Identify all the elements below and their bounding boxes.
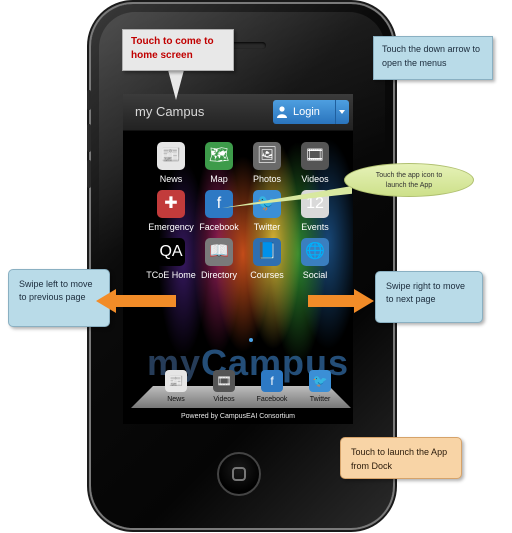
user-icon bbox=[277, 106, 287, 118]
facebook-cup-icon: f bbox=[261, 370, 283, 392]
app-tile[interactable]: 🗺 Map bbox=[193, 142, 245, 192]
film-reel-icon: 🎞 bbox=[213, 370, 235, 392]
phone-screen: my Campus Login 📰 News 🗺 Map 🖼 Photos 🎞 Videos ✚… bbox=[123, 94, 353, 424]
twitter-bird-icon: 🐦 bbox=[309, 370, 331, 392]
volume-down-button bbox=[87, 160, 91, 188]
mute-switch bbox=[87, 90, 91, 110]
chevron-down-icon bbox=[339, 110, 345, 114]
map-icon: 🗺 bbox=[205, 142, 233, 170]
app-tile[interactable]: ✚ Emergency bbox=[145, 190, 197, 240]
home-screen-callout: Touch to come to home screen bbox=[122, 29, 234, 71]
newspaper-icon: 📰 bbox=[157, 142, 185, 170]
swipe-right-arrow-icon bbox=[308, 289, 374, 313]
app-tile[interactable]: 🎞 Videos bbox=[289, 142, 341, 192]
directory-book-icon: 📖 bbox=[205, 238, 233, 266]
app-tile[interactable]: 📖 Directory bbox=[193, 238, 245, 288]
dock-app-tile[interactable]: 🐦 Twitter bbox=[299, 370, 339, 406]
home-button[interactable] bbox=[217, 452, 261, 496]
dock-app-tile[interactable]: 📰 News bbox=[155, 370, 195, 406]
powered-by-footer: Powered by CampusEAI Consortium bbox=[123, 410, 353, 424]
app-tile[interactable]: 🌐 Social bbox=[289, 238, 341, 288]
qa-icon: QA bbox=[157, 238, 185, 266]
dock-app-label: Twitter bbox=[309, 396, 331, 403]
swipe-left-callout: Swipe left to move to previous page bbox=[8, 269, 110, 327]
app-tile[interactable]: 🖼 Photos bbox=[241, 142, 293, 192]
app-brand-title[interactable]: my Campus bbox=[135, 104, 204, 119]
top-navigation-bar: my Campus Login bbox=[123, 94, 353, 131]
first-aid-kit-icon: ✚ bbox=[157, 190, 185, 218]
dock-app-label: Videos bbox=[213, 396, 235, 403]
courses-book-icon: 📘 bbox=[253, 238, 281, 266]
dock-callout: Touch to launch the App from Dock bbox=[340, 437, 462, 479]
social-globe-icon: 🌐 bbox=[301, 238, 329, 266]
swipe-left-arrow-icon bbox=[96, 289, 176, 313]
dock-app-tile[interactable]: 🎞 Videos bbox=[203, 370, 243, 406]
dock-app-label: Facebook bbox=[256, 396, 288, 403]
login-button[interactable]: Login bbox=[273, 100, 335, 124]
newspaper-icon: 📰 bbox=[165, 370, 187, 392]
photos-icon: 🖼 bbox=[253, 142, 281, 170]
app-label: Events bbox=[301, 222, 329, 232]
home-square-icon bbox=[232, 467, 246, 481]
menu-dropdown-button[interactable] bbox=[335, 100, 349, 124]
app-label: Social bbox=[302, 270, 328, 280]
app-tile[interactable]: f Facebook bbox=[193, 190, 245, 240]
app-label: Videos bbox=[301, 174, 329, 184]
login-label: Login bbox=[293, 106, 320, 118]
app-tile[interactable]: QA TCoE Home bbox=[145, 238, 197, 288]
facebook-cup-icon: f bbox=[205, 190, 233, 218]
app-icon-callout: Touch the app icon to launch the App bbox=[344, 163, 474, 197]
film-reel-icon: 🎞 bbox=[301, 142, 329, 170]
volume-up-button bbox=[87, 124, 91, 152]
dock-app-label: News bbox=[167, 396, 185, 403]
app-tile[interactable]: 📘 Courses bbox=[241, 238, 293, 288]
swipe-right-callout: Swipe right to move to next page bbox=[375, 271, 483, 323]
menus-callout: Touch the down arrow to open the menus bbox=[373, 36, 493, 80]
home-callout-pointer bbox=[168, 70, 184, 100]
app-tile[interactable]: 📰 News bbox=[145, 142, 197, 192]
dock-app-tile[interactable]: f Facebook bbox=[251, 370, 291, 406]
